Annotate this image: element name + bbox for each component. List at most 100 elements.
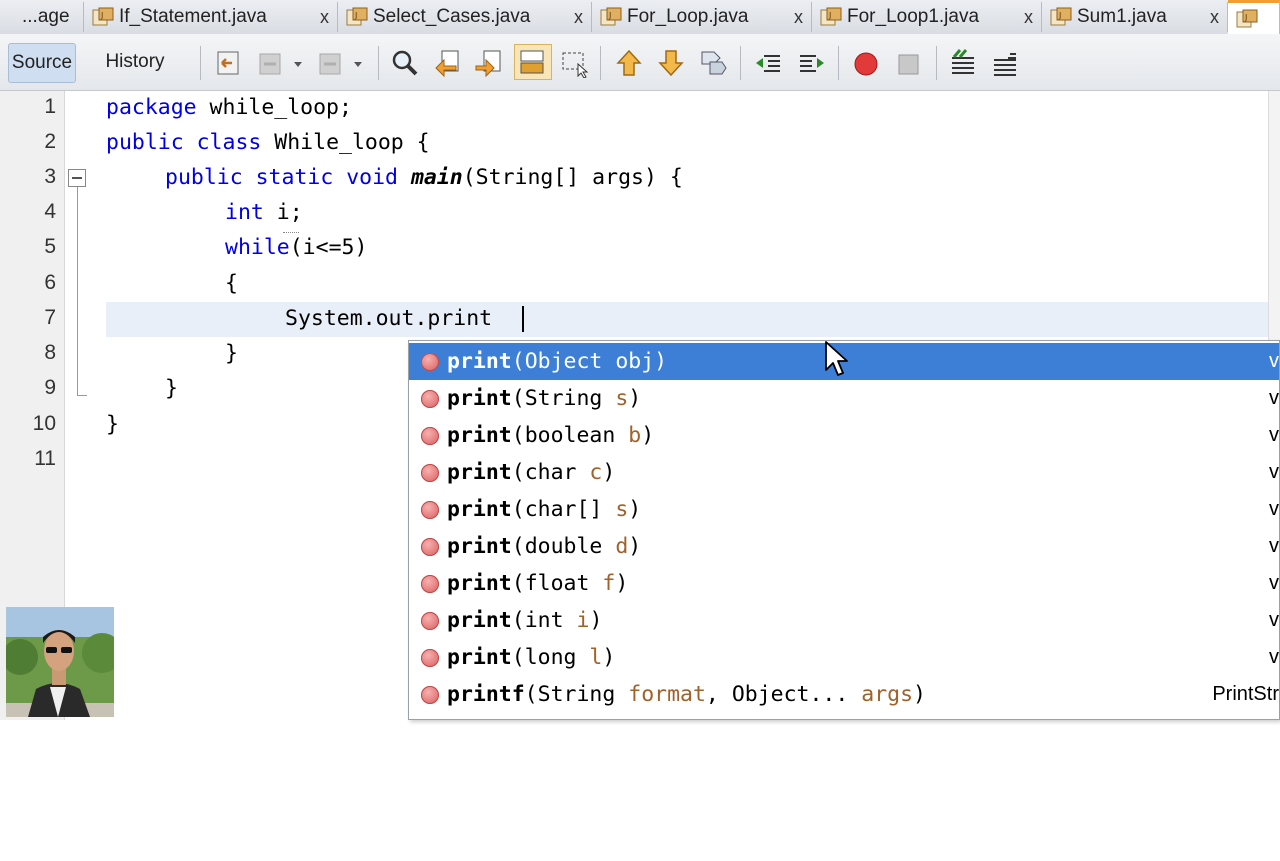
svg-text:J: J — [100, 11, 103, 20]
close-tab-icon[interactable]: x — [1024, 7, 1033, 28]
toolbar-separator — [378, 46, 379, 80]
find-next-icon[interactable] — [474, 48, 504, 78]
start-macro-icon[interactable] — [852, 48, 882, 78]
return-type: v — [1269, 646, 1279, 668]
code-line-3: public static void main(String[] args) { — [165, 165, 683, 190]
tab-label: If_Statement.java — [119, 6, 267, 27]
svg-text:J: J — [608, 11, 611, 20]
toggle-bookmark-icon[interactable] — [698, 48, 728, 78]
source-button[interactable]: Source — [8, 43, 76, 83]
line-number: 11 — [34, 447, 56, 470]
tab-if-statement[interactable]: J If_Statement.java x — [84, 2, 338, 32]
line-number: 8 — [44, 341, 56, 364]
line-number: 5 — [44, 235, 56, 258]
editor-toolbar: Source History — [0, 34, 1280, 91]
find-icon[interactable] — [390, 48, 420, 78]
stop-macro-icon[interactable] — [894, 48, 924, 78]
completion-item[interactable]: printf(String format, Object... args) Pr… — [409, 676, 1279, 713]
line-number: 4 — [44, 200, 56, 223]
code-line-7: System.out.print — [285, 306, 493, 331]
toolbar-separator — [936, 46, 937, 80]
code-line-1: package while_loop; — [106, 95, 352, 120]
svg-text:J: J — [1058, 11, 1061, 20]
code-completion-popup: print(Object obj) v print(String s) v pr… — [408, 340, 1280, 720]
code-line-4: int i; — [225, 200, 303, 225]
svg-text:J: J — [1244, 13, 1247, 22]
tab-label: For_Loop.java — [627, 6, 749, 27]
shift-left-icon[interactable] — [754, 48, 784, 78]
line-number: 3 — [44, 165, 56, 188]
code-line-5: while(i<=5) — [225, 235, 368, 260]
close-tab-icon[interactable]: x — [320, 7, 329, 28]
completion-item[interactable]: print(char c) v — [409, 454, 1279, 491]
forward-dropdown-icon[interactable] — [350, 48, 366, 78]
line-number: 6 — [44, 271, 56, 294]
completion-item[interactable]: print(char[] s) v — [409, 491, 1279, 528]
code-line-9: } — [165, 376, 178, 401]
return-type: v — [1269, 350, 1279, 372]
fold-collapse-icon[interactable] — [68, 169, 86, 187]
line-number: 2 — [44, 130, 56, 153]
toolbar-separator — [838, 46, 839, 80]
find-previous-icon[interactable] — [432, 48, 462, 78]
line-number: 1 — [44, 95, 56, 118]
close-tab-icon[interactable]: x — [574, 7, 583, 28]
text-caret — [522, 306, 524, 332]
java-file-icon: J — [820, 7, 842, 27]
shift-right-icon[interactable] — [796, 48, 826, 78]
tab-label: Sum1.java — [1077, 6, 1167, 27]
toggle-rect-selection-icon[interactable] — [560, 48, 590, 78]
java-file-icon: J — [1050, 7, 1072, 27]
return-type: v — [1269, 535, 1279, 557]
method-icon — [421, 649, 439, 667]
tab-for-loop1[interactable]: J For_Loop1.java x — [812, 2, 1042, 32]
completion-item[interactable]: print(float f) v — [409, 565, 1279, 602]
back-icon[interactable] — [256, 48, 286, 78]
tab-label: Select_Cases.java — [373, 6, 531, 27]
completion-item[interactable]: print(boolean b) v — [409, 417, 1279, 454]
close-tab-icon[interactable]: x — [794, 7, 803, 28]
completion-item[interactable]: print(long l) v — [409, 639, 1279, 676]
svg-text:J: J — [354, 11, 357, 20]
current-line-highlight — [106, 302, 1280, 337]
back-dropdown-icon[interactable] — [290, 48, 306, 78]
method-icon — [421, 427, 439, 445]
next-bookmark-icon[interactable] — [656, 48, 686, 78]
tab-select-cases[interactable]: J Select_Cases.java x — [338, 2, 592, 32]
tab-sum1[interactable]: J Sum1.java x — [1042, 2, 1228, 32]
editor-scrollbar[interactable] — [1268, 91, 1280, 340]
forward-icon[interactable] — [316, 48, 346, 78]
completion-item[interactable]: print(double d) v — [409, 528, 1279, 565]
line-number: 7 — [44, 306, 56, 329]
code-line-6: { — [225, 271, 238, 296]
method-icon — [421, 612, 439, 630]
java-file-icon: J — [92, 7, 114, 27]
method-icon — [421, 686, 439, 704]
toggle-highlight-icon[interactable] — [514, 44, 552, 80]
close-tab-icon[interactable]: x — [1210, 7, 1219, 28]
tab-overflow[interactable]: ...age — [0, 2, 84, 32]
method-icon — [421, 575, 439, 593]
method-icon — [421, 538, 439, 556]
previous-bookmark-icon[interactable] — [614, 48, 644, 78]
java-file-icon: J — [1236, 9, 1258, 29]
method-icon — [421, 464, 439, 482]
tab-for-loop[interactable]: J For_Loop.java x — [592, 2, 812, 32]
comment-icon[interactable] — [948, 48, 978, 78]
tab-label: ...age — [22, 6, 70, 27]
history-button[interactable]: History — [100, 43, 170, 81]
return-type: PrintStr — [1212, 683, 1279, 705]
uncomment-icon[interactable] — [990, 48, 1020, 78]
tab-while-loop[interactable]: J — [1228, 0, 1280, 34]
last-edit-icon[interactable] — [214, 48, 244, 78]
method-icon — [421, 390, 439, 408]
line-number: 9 — [44, 376, 56, 399]
completion-item[interactable]: print(int i) v — [409, 602, 1279, 639]
completion-item[interactable]: print(String s) v — [409, 380, 1279, 417]
return-type: v — [1269, 572, 1279, 594]
tab-label: For_Loop1.java — [847, 6, 980, 27]
method-icon — [421, 501, 439, 519]
code-line-2: public class While_loop { — [106, 130, 430, 155]
webcam-presenter-photo — [6, 607, 114, 717]
mouse-pointer-icon — [824, 340, 850, 382]
